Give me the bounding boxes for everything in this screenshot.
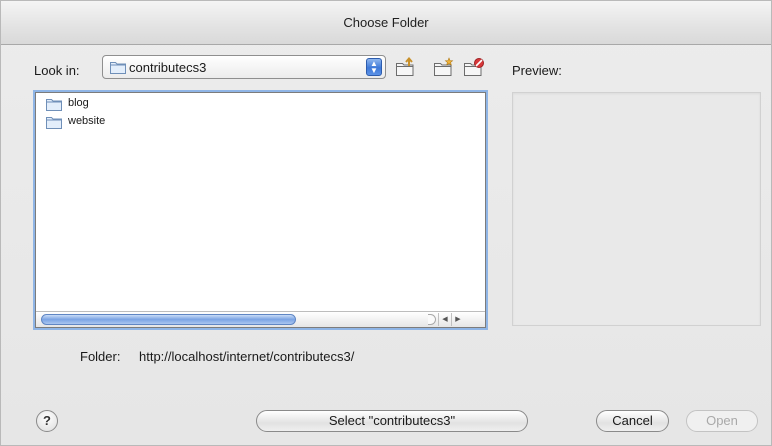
scrollbar-track-end <box>428 314 436 325</box>
preview-pane <box>512 92 761 326</box>
new-folder-icon[interactable] <box>433 57 455 77</box>
look-in-label: Look in: <box>34 63 80 78</box>
preview-label: Preview: <box>512 63 562 78</box>
help-button[interactable]: ? <box>36 410 58 432</box>
folder-label: Folder: <box>80 349 121 364</box>
open-button[interactable]: Open <box>686 410 758 432</box>
folder-icon <box>46 98 62 114</box>
chevron-updown-icon[interactable]: ▲ ▼ <box>366 58 382 76</box>
look-in-dropdown[interactable]: contributecs3 ▲ ▼ <box>102 55 386 79</box>
title-bar[interactable]: Choose Folder <box>1 1 771 45</box>
cancel-button[interactable]: Cancel <box>596 410 669 432</box>
folder-icon <box>46 116 62 132</box>
folder-path: http://localhost/internet/contributecs3/ <box>139 349 355 364</box>
delete-folder-icon[interactable] <box>463 57 485 77</box>
file-list[interactable]: blog website ◀ ▶ <box>35 92 486 328</box>
horizontal-scrollbar[interactable]: ◀ ▶ <box>36 311 485 327</box>
choose-folder-dialog: Choose Folder Look in: contributecs3 ▲▼ <box>0 0 772 446</box>
scrollbar-thumb[interactable] <box>41 314 296 325</box>
folder-icon <box>110 61 126 77</box>
select-folder-button[interactable]: Select "contributecs3" <box>256 410 528 432</box>
look-in-value: contributecs3 <box>129 60 207 75</box>
scroll-left-icon[interactable]: ◀ <box>438 313 451 326</box>
file-name: blog <box>68 97 89 109</box>
scroll-right-icon[interactable]: ▶ <box>451 313 464 326</box>
folder-up-icon[interactable] <box>395 56 417 77</box>
window-title: Choose Folder <box>343 15 429 30</box>
file-name: website <box>68 115 106 127</box>
